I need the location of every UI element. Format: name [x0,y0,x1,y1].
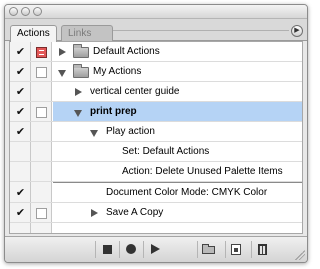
checkmark-icon[interactable]: ✔ [15,67,26,78]
action-row-selected[interactable]: ✔ print prep [10,102,302,122]
checkmark-icon[interactable]: ✔ [15,47,26,58]
command-row[interactable]: ✔ Play action [10,122,302,142]
action-label: vertical center guide [90,86,180,97]
collapse-triangle-icon[interactable] [90,130,98,137]
checkmark-icon[interactable]: ✔ [15,127,26,138]
dialog-toggle-icon[interactable] [36,208,47,219]
checkmark-icon[interactable]: ✔ [15,87,26,98]
expand-triangle-icon[interactable] [75,88,82,96]
checkmark-icon[interactable]: ✔ [15,208,26,219]
command-row[interactable]: ✔ Save A Copy [10,203,302,223]
resize-grip-icon[interactable] [295,250,305,260]
command-detail-label: Action: Delete Unused Palette Items [122,166,283,177]
folder-icon [73,64,89,78]
checkmark-icon[interactable]: ✔ [15,107,26,118]
play-button[interactable] [143,241,165,258]
command-label: Document Color Mode: CMYK Color [106,187,268,198]
action-label: print prep [90,106,137,117]
delete-button[interactable] [251,241,273,258]
menu-arrow-icon: ▶ [294,27,300,34]
play-icon [151,244,160,254]
new-set-icon [202,244,215,254]
command-detail-row[interactable]: Set: Default Actions [10,142,302,162]
palette-toolbar [5,236,307,262]
command-label: Save A Copy [106,207,164,218]
action-set-label: My Actions [93,66,142,77]
delete-icon [258,244,267,255]
tab-actions[interactable]: Actions [10,25,57,42]
stop-icon [103,245,112,254]
new-action-icon [231,244,241,255]
checkmark-icon[interactable]: ✔ [15,188,26,199]
command-label: Play action [106,126,155,137]
action-set-label: Default Actions [93,46,160,57]
new-action-button[interactable] [225,241,247,258]
new-set-button[interactable] [197,241,219,258]
folder-icon [73,44,89,58]
dialog-toggle-icon[interactable] [36,107,47,118]
action-set-row[interactable]: ✔ Default Actions [10,42,302,62]
tab-links[interactable]: Links [61,25,113,41]
collapse-triangle-icon[interactable] [74,110,82,117]
dialog-toggle-icon[interactable] [36,67,47,78]
record-icon [126,244,136,254]
dialog-toggle-icon[interactable] [36,47,47,58]
palette-titlebar [5,5,307,19]
actions-list[interactable]: ✔ Default Actions ✔ My Actions ✔ vertica… [9,41,303,234]
collapse-triangle-icon[interactable] [58,70,66,77]
command-row[interactable]: ✔ Document Color Mode: CMYK Color [10,183,302,203]
command-detail-label: Set: Default Actions [122,146,210,157]
expand-triangle-icon[interactable] [91,209,98,217]
palette-menu-button[interactable]: ▶ [291,25,303,37]
actions-palette: Actions Links ▶ ✔ Default Actions ✔ My A… [4,4,308,263]
palette-tabbar: Actions Links ▶ [5,19,307,42]
stop-button[interactable] [95,241,117,258]
zoom-window-button[interactable] [33,7,42,16]
close-window-button[interactable] [9,7,18,16]
record-button[interactable] [119,241,141,258]
expand-triangle-icon[interactable] [59,48,66,56]
command-detail-row[interactable]: Action: Delete Unused Palette Items [10,162,302,182]
minimize-window-button[interactable] [21,7,30,16]
action-set-row[interactable]: ✔ My Actions [10,62,302,82]
action-row[interactable]: ✔ vertical center guide [10,82,302,102]
